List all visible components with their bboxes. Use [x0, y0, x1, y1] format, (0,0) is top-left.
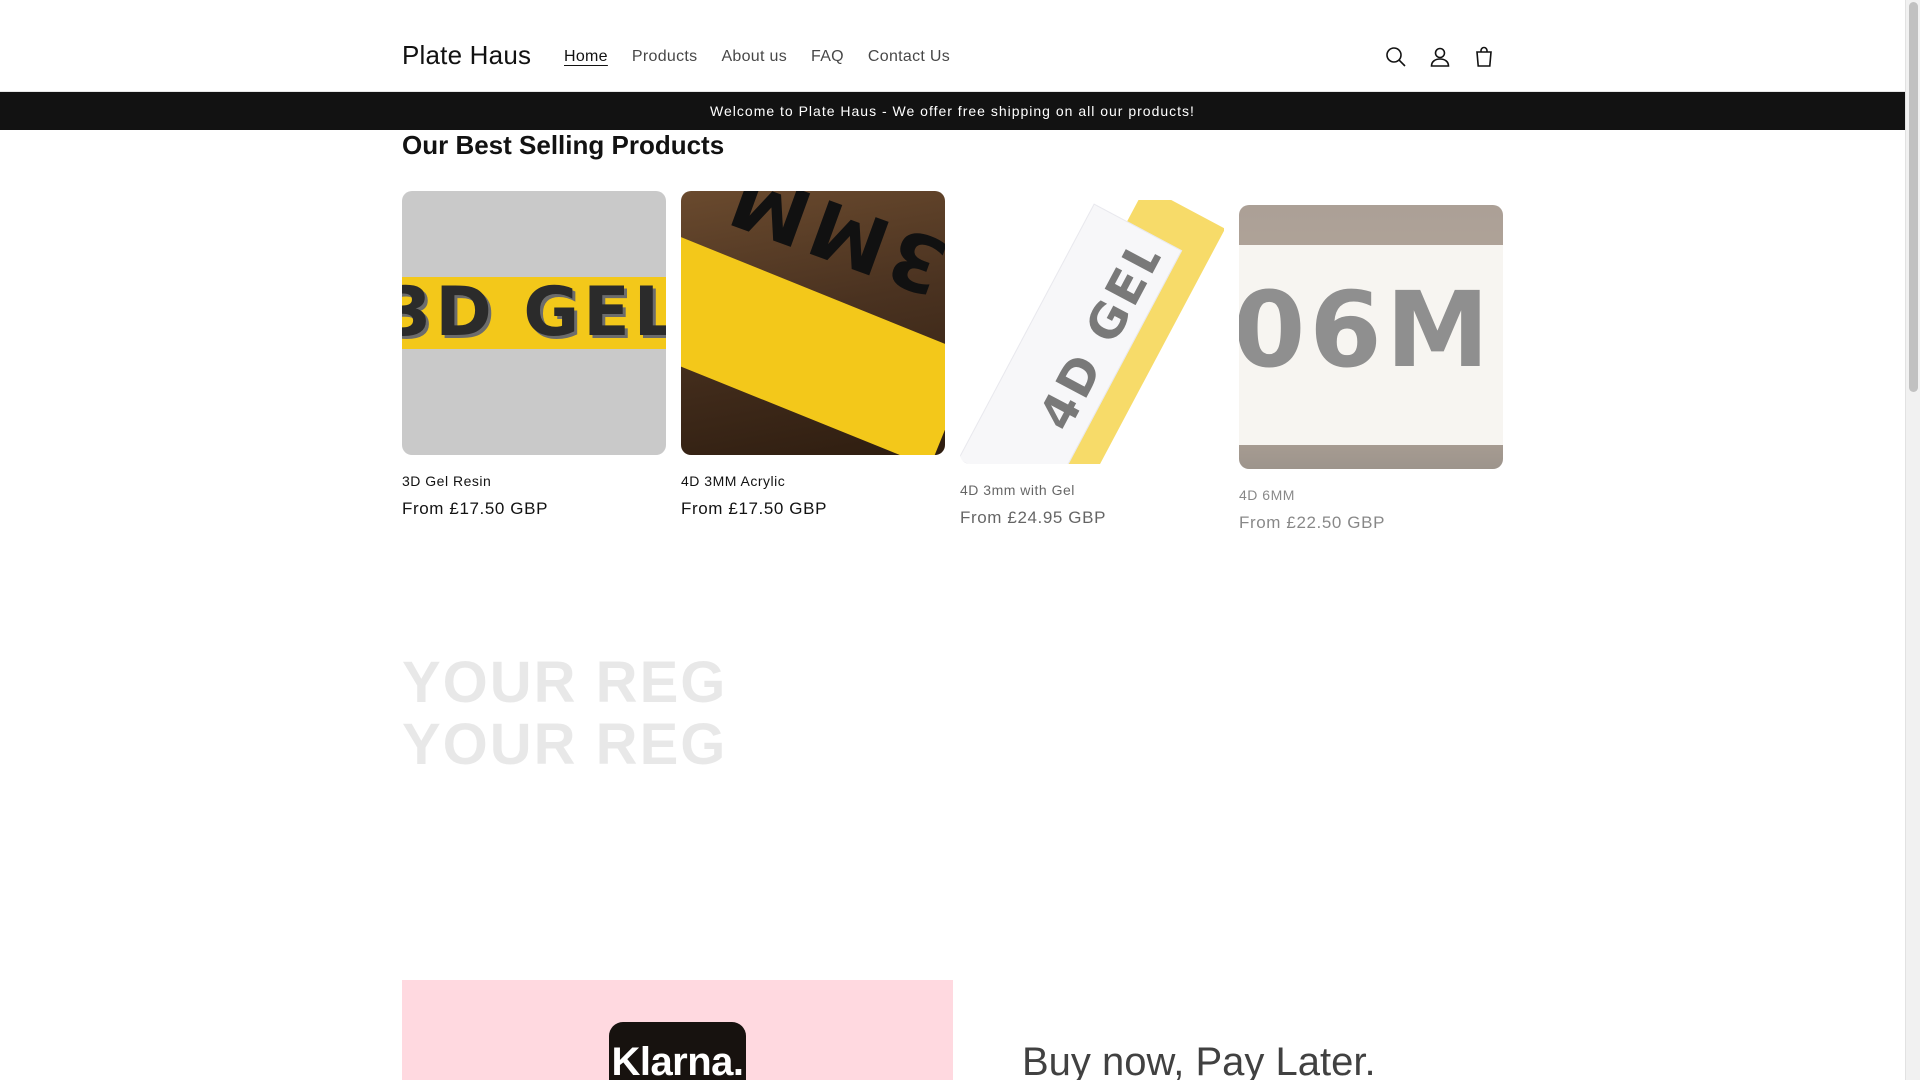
- nav-contact-us[interactable]: Contact Us: [856, 48, 962, 66]
- plate-graphic: 06M: [1239, 275, 1494, 385]
- product-name[interactable]: 3D Gel Resin: [402, 473, 666, 489]
- product-price: From £24.95 GBP: [960, 508, 1107, 527]
- header-icons: [1374, 42, 1506, 72]
- product-name[interactable]: 4D 3MM Acrylic: [681, 473, 945, 489]
- site-header: Plate Haus Home Products About us FAQ Co…: [0, 0, 1905, 92]
- product-price: From £17.50 GBP: [681, 499, 828, 518]
- product-name[interactable]: 4D 6MM: [1239, 487, 1503, 503]
- product-price: From £22.50 GBP: [1239, 513, 1386, 532]
- klarna-logo: Klarna.: [609, 1022, 746, 1080]
- product-image[interactable]: 3MM: [681, 191, 945, 455]
- product-card[interactable]: 3MM 4D 3MM Acrylic From £17.50 GBP: [681, 191, 945, 519]
- product-image[interactable]: 3D GEL: [402, 191, 666, 455]
- plate-graphic: 3D GEL: [402, 277, 666, 349]
- featured-section-title: Our Best Selling Products: [402, 130, 725, 160]
- product-card[interactable]: 3D GEL 3D Gel Resin From £17.50 GBP: [402, 191, 666, 519]
- announcement-bar: Welcome to Plate Haus - We offer free sh…: [0, 92, 1905, 130]
- account-icon[interactable]: [1418, 42, 1462, 72]
- nav-faq[interactable]: FAQ: [799, 48, 856, 66]
- nav-home[interactable]: Home: [552, 48, 620, 66]
- product-card[interactable]: 06M 4D 6MM From £22.50 GBP: [1239, 205, 1503, 533]
- product-name[interactable]: 4D 3mm with Gel: [960, 482, 1224, 498]
- main-nav: Home Products About us FAQ Contact Us: [552, 48, 962, 66]
- product-price: From £17.50 GBP: [402, 499, 549, 518]
- faded-banner-line: YOUR REG: [402, 712, 728, 777]
- klarna-image-panel: Klarna.: [402, 980, 953, 1080]
- faded-banner-line: YOUR REG: [402, 650, 728, 715]
- product-image[interactable]: 4D GEL: [960, 200, 1224, 464]
- nav-products[interactable]: Products: [620, 48, 710, 66]
- scrollbar-thumb[interactable]: [1909, 2, 1918, 392]
- cart-icon[interactable]: [1462, 42, 1506, 72]
- faded-banner: YOUR REG YOUR REG: [402, 652, 822, 792]
- search-icon[interactable]: [1374, 42, 1418, 72]
- site-logo[interactable]: Plate Haus: [402, 40, 531, 71]
- product-card[interactable]: 4D GEL 4D 3mm with Gel From £24.95 GBP: [960, 200, 1224, 528]
- klarna-heading: Buy now, Pay Later.: [1022, 1040, 1376, 1080]
- page-scrollbar[interactable]: [1905, 0, 1920, 1080]
- product-image[interactable]: 06M: [1239, 205, 1503, 469]
- nav-about-us[interactable]: About us: [709, 48, 799, 66]
